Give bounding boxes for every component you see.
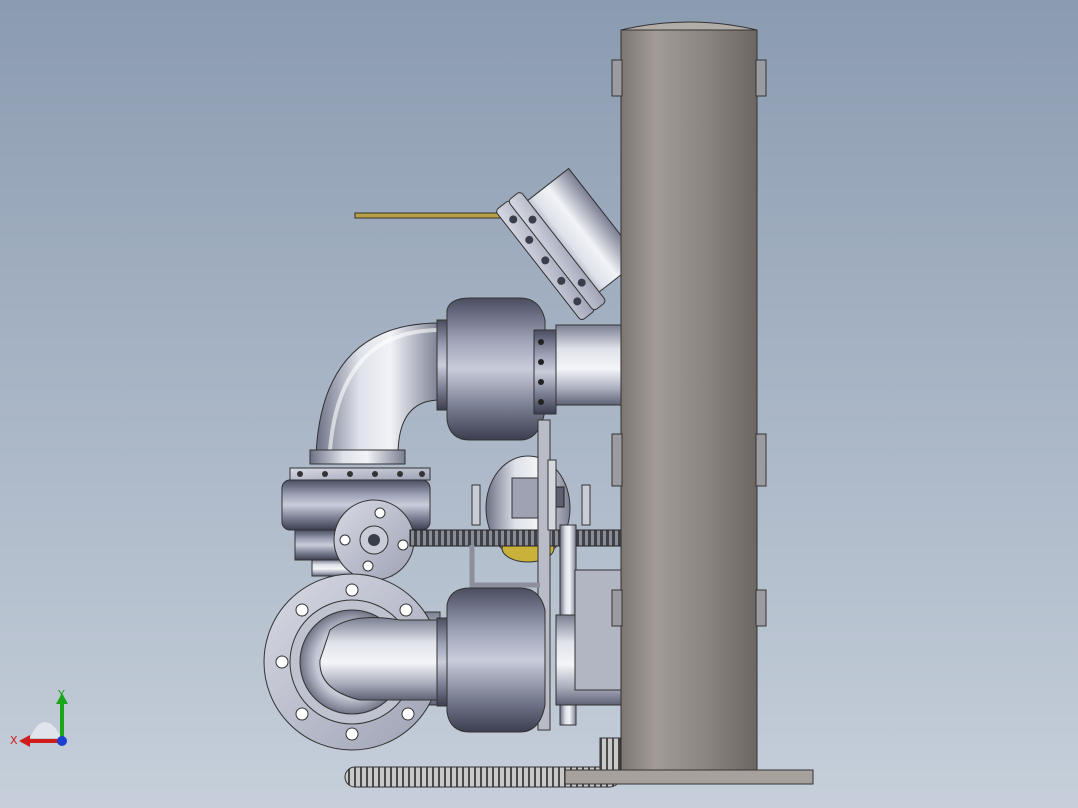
small-flange[interactable] bbox=[333, 499, 415, 581]
threaded-rod[interactable] bbox=[409, 529, 626, 547]
upper-flanged-coupling[interactable] bbox=[436, 297, 627, 441]
lower-flange[interactable] bbox=[263, 573, 441, 751]
upper-elbow-pipe[interactable] bbox=[309, 322, 441, 465]
triad-x-label: X bbox=[10, 734, 18, 747]
lower-flanged-coupling[interactable] bbox=[436, 569, 627, 733]
coordinate-triad-icon: Y X bbox=[10, 688, 68, 747]
cad-viewport[interactable] bbox=[0, 0, 1078, 808]
base-plate[interactable] bbox=[564, 769, 814, 785]
triad-y-label: Y bbox=[57, 688, 65, 701]
vertical-vessel[interactable] bbox=[611, 21, 767, 771]
